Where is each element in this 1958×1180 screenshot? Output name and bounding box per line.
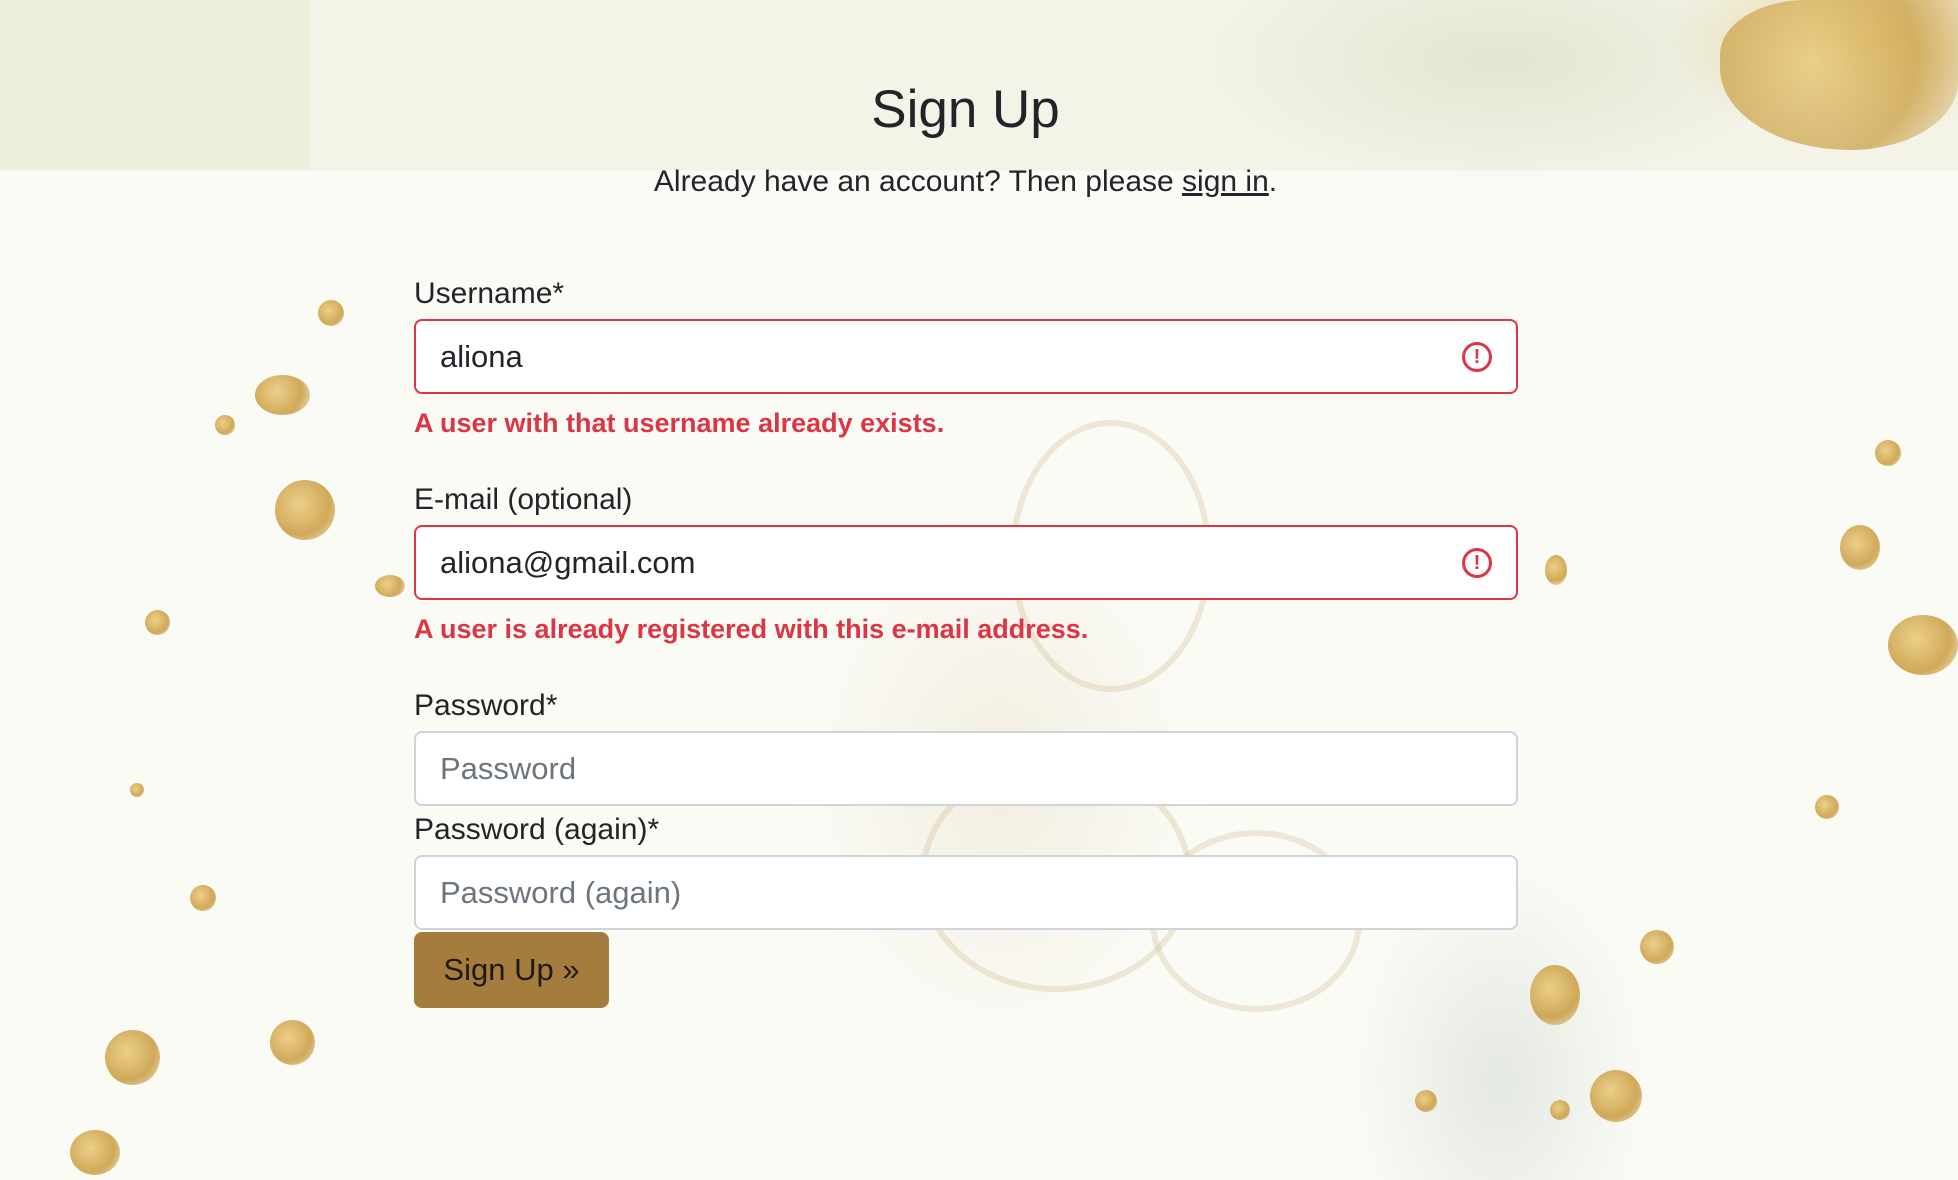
- email-error: A user is already registered with this e…: [414, 614, 1089, 644]
- signin-prompt-suffix: .: [1268, 165, 1278, 198]
- password-label: Password*: [414, 689, 558, 722]
- username-field[interactable]: !: [414, 319, 1518, 394]
- email-input[interactable]: [440, 544, 1452, 581]
- signin-link[interactable]: sign in: [1182, 165, 1269, 198]
- signin-prompt: Already have an account? Then please sig…: [0, 160, 1931, 204]
- password-input[interactable]: [440, 750, 1492, 787]
- signin-prompt-text: Already have an account? Then please: [653, 165, 1183, 198]
- password-field[interactable]: [414, 731, 1518, 806]
- email-field[interactable]: !: [414, 525, 1518, 600]
- username-input[interactable]: [440, 338, 1452, 375]
- exclamation-circle-icon: !: [1462, 341, 1492, 372]
- signup-button[interactable]: Sign Up »: [414, 932, 609, 1008]
- password-again-field[interactable]: [414, 855, 1518, 930]
- email-label: E-mail (optional): [414, 483, 633, 516]
- password-again-input[interactable]: [440, 874, 1492, 911]
- signup-page: Sign Up Already have an account? Then pl…: [0, 0, 1958, 1180]
- username-label: Username*: [414, 277, 565, 310]
- username-error: A user with that username already exists…: [414, 408, 945, 438]
- exclamation-circle-icon: !: [1462, 547, 1492, 578]
- page-title: Sign Up: [871, 80, 1060, 139]
- password-again-label: Password (again)*: [414, 813, 660, 846]
